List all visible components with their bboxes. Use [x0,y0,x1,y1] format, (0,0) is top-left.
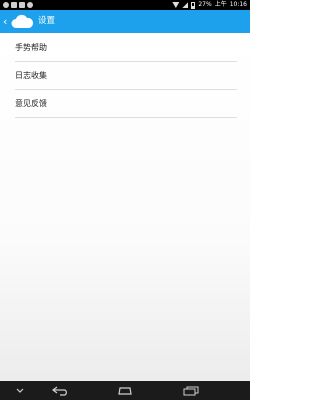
recent-apps-icon [183,386,199,395]
recent-apps-button[interactable] [178,381,204,400]
app-notification-icon [19,2,25,8]
hide-keyboard-button[interactable] [10,381,30,400]
home-button[interactable] [112,381,138,400]
menu-item-label: 日志收集 [15,71,47,80]
wifi-icon [172,2,180,8]
time-prefix: 上午 [214,1,227,8]
menu-item-feedback[interactable]: 意见反馈 [15,90,237,118]
battery-icon [191,1,196,9]
system-status: 27% 上午 10:16 [172,1,247,9]
clock: 10:16 [229,1,247,8]
shield-notification-icon [27,2,33,8]
settings-list: 手势帮助 日志收集 意见反馈 [0,33,250,381]
status-bar: 27% 上午 10:16 [0,0,250,10]
menu-item-label: 手势帮助 [15,43,47,52]
home-icon [118,386,132,395]
menu-item-label: 意见反馈 [15,99,47,108]
menu-item-log-collection[interactable]: 日志收集 [15,62,237,90]
nav-back-button[interactable] [48,381,74,400]
cloud-icon [11,14,34,28]
menu-item-gesture-help[interactable]: 手势帮助 [15,34,237,62]
page-title: 设置 [38,16,56,26]
message-notification-icon [11,2,17,8]
chat-notification-icon [3,2,9,8]
back-icon [52,386,67,396]
notification-icons [3,2,33,8]
chevron-left-icon: ‹ [3,15,8,28]
signal-icon [182,2,189,8]
back-button[interactable]: ‹ [0,10,36,33]
battery-percent: 27% [198,1,212,8]
hide-keyboard-icon [16,388,24,393]
action-bar: ‹ 设置 [0,10,250,33]
navigation-bar [0,381,250,400]
